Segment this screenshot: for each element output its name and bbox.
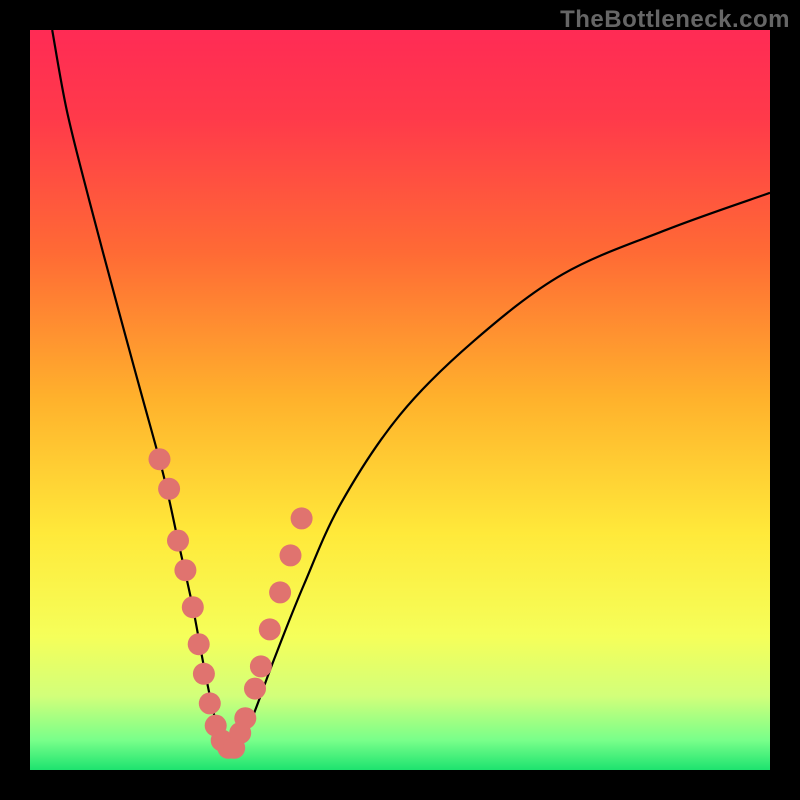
marker-dot <box>199 692 221 714</box>
marker-dot <box>280 544 302 566</box>
chart-stage: TheBottleneck.com <box>0 0 800 800</box>
bottleneck-chart <box>0 0 800 800</box>
marker-dot <box>234 707 256 729</box>
marker-dot <box>269 581 291 603</box>
marker-dot <box>167 530 189 552</box>
marker-dot <box>188 633 210 655</box>
marker-dot <box>182 596 204 618</box>
marker-dot <box>244 678 266 700</box>
marker-dot <box>149 448 171 470</box>
marker-dot <box>193 663 215 685</box>
marker-dot <box>291 507 313 529</box>
marker-dot <box>158 478 180 500</box>
marker-dot <box>250 655 272 677</box>
gradient-background <box>30 30 770 770</box>
marker-dot <box>174 559 196 581</box>
watermark-text: TheBottleneck.com <box>560 6 790 34</box>
marker-dot <box>259 618 281 640</box>
